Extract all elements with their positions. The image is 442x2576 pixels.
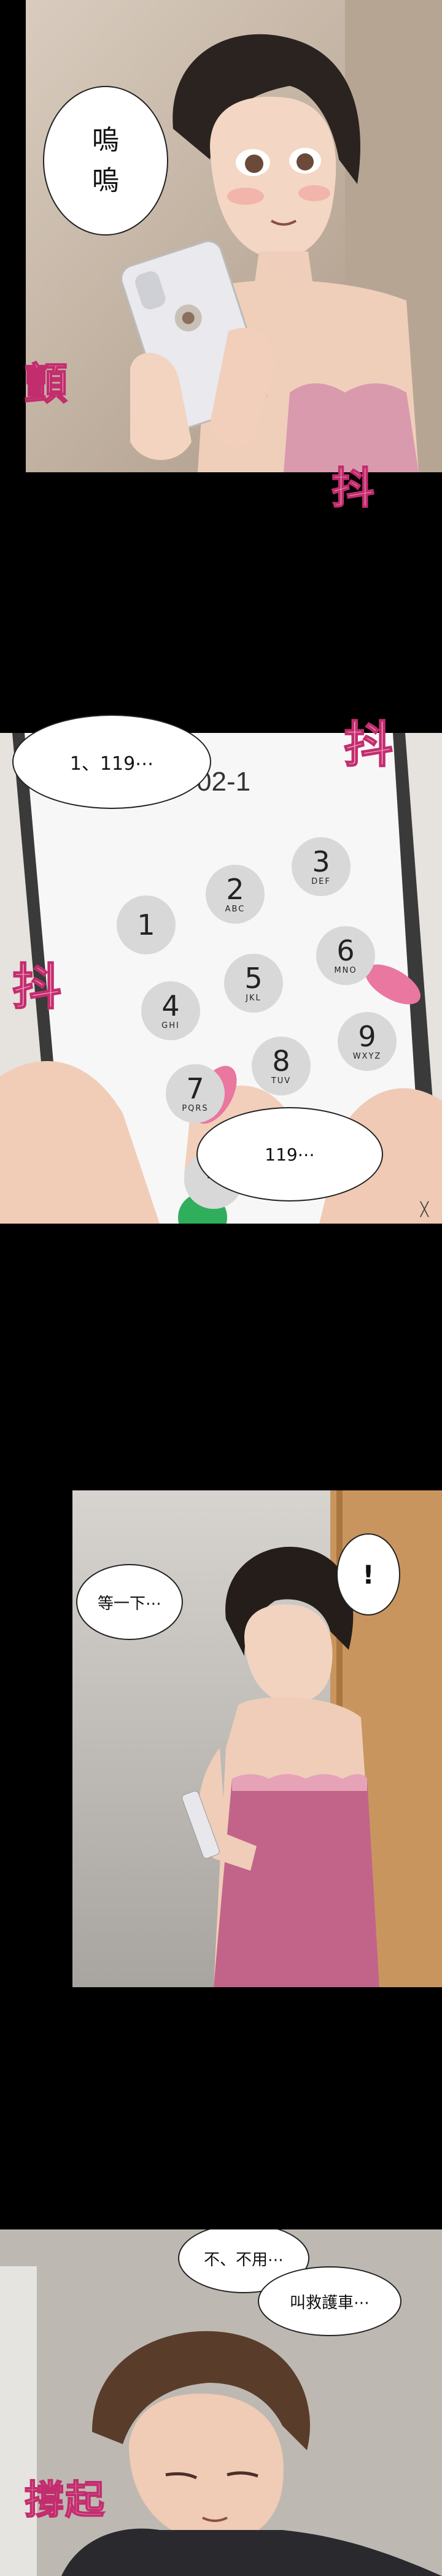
dial-key-8-digit: 8 — [272, 1044, 290, 1078]
dial-key-1-digit: 1 — [137, 908, 155, 941]
dial-key-9-digit: 9 — [358, 1019, 376, 1053]
dial-key-4-letters: GHI — [161, 1021, 180, 1030]
speech-bubble-wait: 等一下⋯ — [76, 1564, 183, 1640]
panel-1-illustration — [26, 0, 442, 472]
sfx-support: 撐起 — [24, 2477, 106, 2524]
speech-bubble-sobbing: 嗚 嗚 — [43, 86, 168, 236]
dial-key-5[interactable]: 5 JKL — [224, 954, 283, 1013]
speech-bubble-exclaim-text: ! — [362, 1559, 374, 1590]
speech-bubble-119-top: 1、119⋯ — [12, 715, 211, 809]
close-icon[interactable]: ╳ — [421, 1202, 428, 1217]
dial-key-3-digit: 3 — [312, 845, 330, 878]
dial-key-7-letters: PQRS — [182, 1103, 209, 1113]
dial-key-7-digit: 7 — [186, 1071, 204, 1105]
speech-bubble-ambulance-text: 叫救護車⋯ — [289, 2293, 370, 2312]
dial-key-8-letters: TUV — [271, 1076, 292, 1086]
panel-1-woman-crying-phone: 嗚 嗚 — [26, 0, 442, 472]
dial-key-5-digit: 5 — [244, 961, 263, 995]
dial-key-3[interactable]: 3 DEF — [292, 837, 351, 896]
dial-key-6-digit: 6 — [336, 933, 355, 967]
dial-key-4[interactable]: 4 GHI — [141, 981, 200, 1040]
sfx-shake-left: 抖 — [12, 957, 63, 1016]
dial-key-5-letters: JKL — [246, 993, 262, 1003]
dial-key-2[interactable]: 2 ABC — [206, 865, 265, 924]
speech-bubble-no-need-text: 不、不用⋯ — [203, 2250, 284, 2269]
speech-bubble-exclaim: ! — [336, 1533, 400, 1616]
sfx-shake-panel-1: 抖 — [331, 462, 376, 514]
dial-key-7[interactable]: 7 PQRS — [166, 1064, 225, 1123]
panel-3-woman-surprised: 等一下⋯ ! — [72, 1490, 442, 1987]
dial-key-4-digit: 4 — [161, 989, 180, 1022]
dial-key-8[interactable]: 8 TUV — [252, 1037, 311, 1095]
dial-key-6[interactable]: 6 MNO — [316, 926, 375, 985]
speech-bubble-119-bottom-text: 119⋯ — [265, 1144, 315, 1165]
sfx-tremble: 顫 — [24, 358, 69, 410]
speech-bubble-sobbing-text: 嗚 嗚 — [92, 125, 119, 196]
dial-key-3-letters: DEF — [311, 876, 331, 886]
panel-4-man-being-supported: 不、不用⋯ 叫救護車⋯ 撐起 — [0, 2229, 442, 2576]
dial-key-9-letters: WXYZ — [352, 1051, 382, 1061]
speech-bubble-ambulance: 叫救護車⋯ — [258, 2266, 401, 2336]
panel-2-phone-dial-pad: 02-1 1 2 ABC 3 DEF 4 GHI 5 JKL 6 MNO 7 P… — [0, 733, 442, 1224]
speech-bubble-119-top-text: 1、119⋯ — [69, 753, 154, 775]
dial-key-2-digit: 2 — [226, 872, 244, 906]
speech-bubble-119-bottom: 119⋯ — [196, 1107, 383, 1202]
dial-key-1[interactable]: 1 — [117, 895, 176, 954]
dial-key-6-letters: MNO — [334, 965, 357, 975]
dial-key-2-letters: ABC — [225, 904, 246, 914]
dial-key-9[interactable]: 9 WXYZ — [338, 1012, 397, 1071]
speech-bubble-wait-text: 等一下⋯ — [97, 1594, 161, 1613]
sfx-shake-top: 抖 — [343, 715, 394, 774]
